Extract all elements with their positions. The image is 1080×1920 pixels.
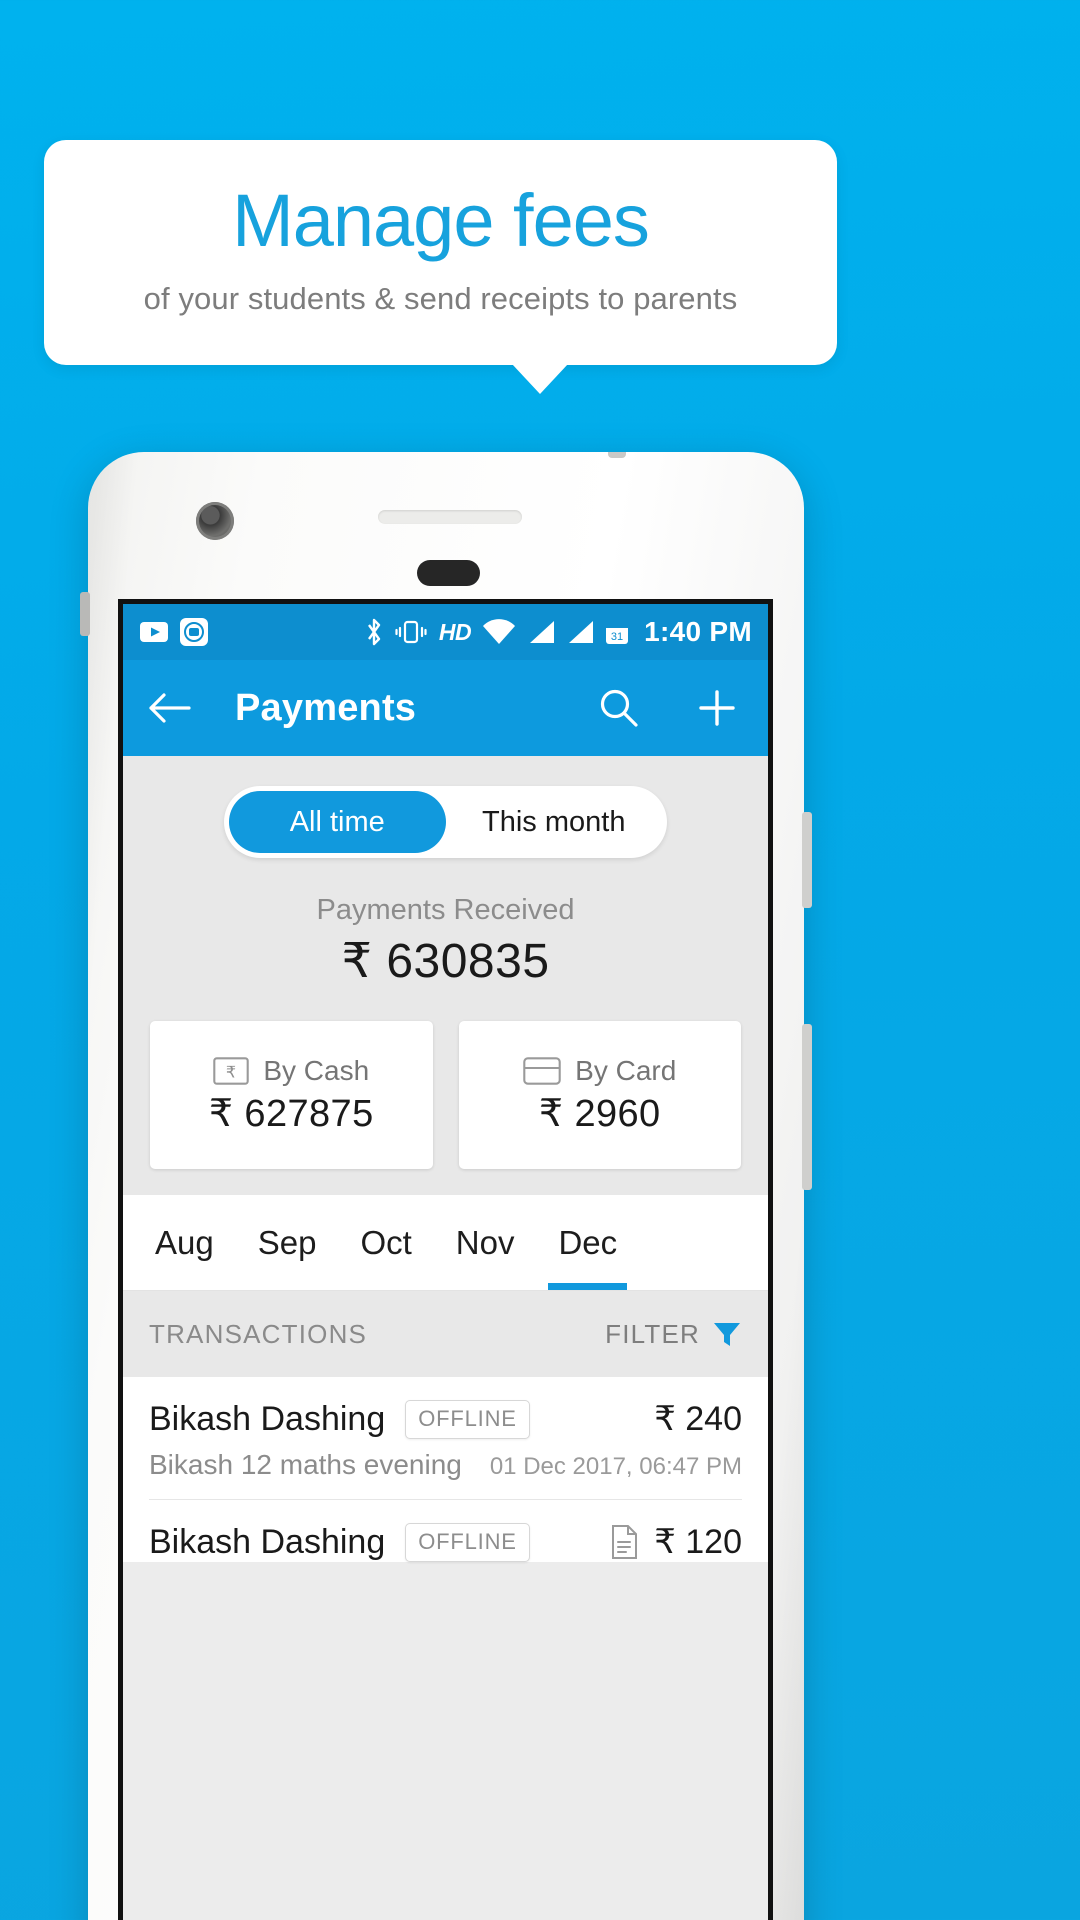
transaction-row-primary: Bikash Dashing OFFLINE ₹ 240	[149, 1399, 742, 1439]
youtube-icon	[139, 621, 169, 643]
promo-title: Manage fees	[232, 178, 650, 262]
transactions-list[interactable]: Bikash Dashing OFFLINE ₹ 240 Bikash 12 m…	[123, 1377, 768, 1562]
time-range-segmented-control[interactable]: All time This month	[224, 786, 667, 858]
rupee-note-icon: ₹	[213, 1056, 250, 1085]
by-card-card[interactable]: By Card ₹ 2960	[458, 1021, 741, 1169]
hd-icon: HD	[438, 618, 472, 645]
status-badge: OFFLINE	[405, 1522, 530, 1562]
transaction-row-secondary: Bikash 12 maths evening 01 Dec 2017, 06:…	[149, 1449, 742, 1500]
phone-screen: HD 31 1:40 PM Payments All time This mon…	[118, 599, 773, 1920]
transaction-amount: ₹ 120	[654, 1523, 742, 1561]
by-card-amount: ₹ 2960	[538, 1092, 661, 1135]
promo-callout: Manage fees of your students & send rece…	[44, 140, 837, 365]
transaction-amount: ₹ 240	[654, 1400, 742, 1438]
phone-volume-button	[80, 592, 90, 636]
table-row[interactable]: Bikash Dashing OFFLINE ₹ 120	[123, 1500, 768, 1562]
by-cash-card-header: ₹ By Cash	[213, 1055, 369, 1087]
calendar-icon: 31	[605, 619, 629, 645]
filter-label: FILTER	[605, 1318, 700, 1349]
page-title: Payments	[235, 686, 417, 729]
earpiece-speaker	[378, 510, 522, 524]
signal-1-icon	[527, 619, 555, 645]
tab-month-nov[interactable]: Nov	[438, 1195, 533, 1290]
table-row[interactable]: Bikash Dashing OFFLINE ₹ 240 Bikash 12 m…	[123, 1377, 768, 1500]
payment-method-cards: ₹ By Cash ₹ 627875 By Card ₹ 2960	[123, 1021, 768, 1169]
phone-power-button	[802, 812, 812, 908]
month-tab-bar[interactable]: Aug Sep Oct Nov Dec	[123, 1195, 768, 1291]
add-payment-icon[interactable]	[696, 687, 738, 729]
transaction-amount-wrap: ₹ 120	[610, 1522, 742, 1562]
filter-button[interactable]: FILTER	[605, 1319, 742, 1350]
svg-text:₹: ₹	[226, 1064, 236, 1081]
front-camera-icon	[196, 502, 234, 540]
signal-2-icon	[566, 619, 594, 645]
promo-subtitle: of your students & send receipts to pare…	[143, 281, 738, 317]
svg-text:31: 31	[611, 631, 623, 643]
promo-callout-tail	[512, 364, 568, 394]
phone-mockup: HD 31 1:40 PM Payments All time This mon…	[80, 452, 812, 1920]
by-card-card-header: By Card	[523, 1055, 676, 1087]
tab-month-dec[interactable]: Dec	[540, 1195, 635, 1290]
tab-month-sep[interactable]: Sep	[240, 1195, 335, 1290]
receipt-document-icon[interactable]	[610, 1525, 638, 1559]
tab-month-oct[interactable]: Oct	[342, 1195, 429, 1290]
status-bar-indicators: HD 31 1:40 PM	[365, 616, 752, 648]
transaction-student-name: Bikash Dashing	[149, 1522, 386, 1561]
transaction-date: 01 Dec 2017, 06:47 PM	[489, 1453, 742, 1480]
by-cash-card[interactable]: ₹ By Cash ₹ 627875	[150, 1021, 433, 1169]
status-bar-clock: 1:40 PM	[644, 616, 752, 647]
segment-all-time[interactable]: All time	[229, 791, 446, 853]
transactions-header: TRANSACTIONS FILTER	[123, 1291, 768, 1377]
by-cash-label: By Cash	[263, 1054, 370, 1086]
app-toolbar: Payments	[123, 660, 768, 756]
transactions-header-label: TRANSACTIONS	[149, 1318, 368, 1349]
payments-received-amount: ₹ 630835	[341, 935, 550, 988]
by-cash-amount: ₹ 627875	[208, 1092, 374, 1135]
wifi-icon	[482, 619, 516, 645]
status-bar: HD 31 1:40 PM	[123, 604, 768, 660]
phone-volume-rocker	[802, 1024, 812, 1190]
segment-this-month[interactable]: This month	[446, 791, 663, 853]
status-badge: OFFLINE	[405, 1399, 530, 1439]
payments-received-label: Payments Received	[316, 894, 575, 926]
by-card-label: By Card	[575, 1054, 677, 1086]
transaction-description: Bikash 12 maths evening	[149, 1449, 462, 1480]
vibrate-icon	[394, 618, 428, 646]
tab-month-aug[interactable]: Aug	[137, 1195, 232, 1290]
search-icon[interactable]	[598, 687, 640, 729]
phone-top-mark	[608, 452, 626, 458]
back-arrow-icon[interactable]	[147, 691, 191, 725]
credit-card-icon	[523, 1056, 561, 1085]
summary-section: All time This month Payments Received ₹ …	[123, 756, 768, 1195]
transaction-row-primary: Bikash Dashing OFFLINE ₹ 120	[149, 1522, 742, 1562]
status-bar-notifications	[139, 617, 209, 647]
proximity-sensor	[417, 560, 480, 586]
bluetooth-icon	[365, 617, 383, 647]
transaction-student-name: Bikash Dashing	[149, 1399, 386, 1438]
funnel-icon	[712, 1319, 742, 1349]
alarm-camera-icon	[179, 617, 209, 647]
